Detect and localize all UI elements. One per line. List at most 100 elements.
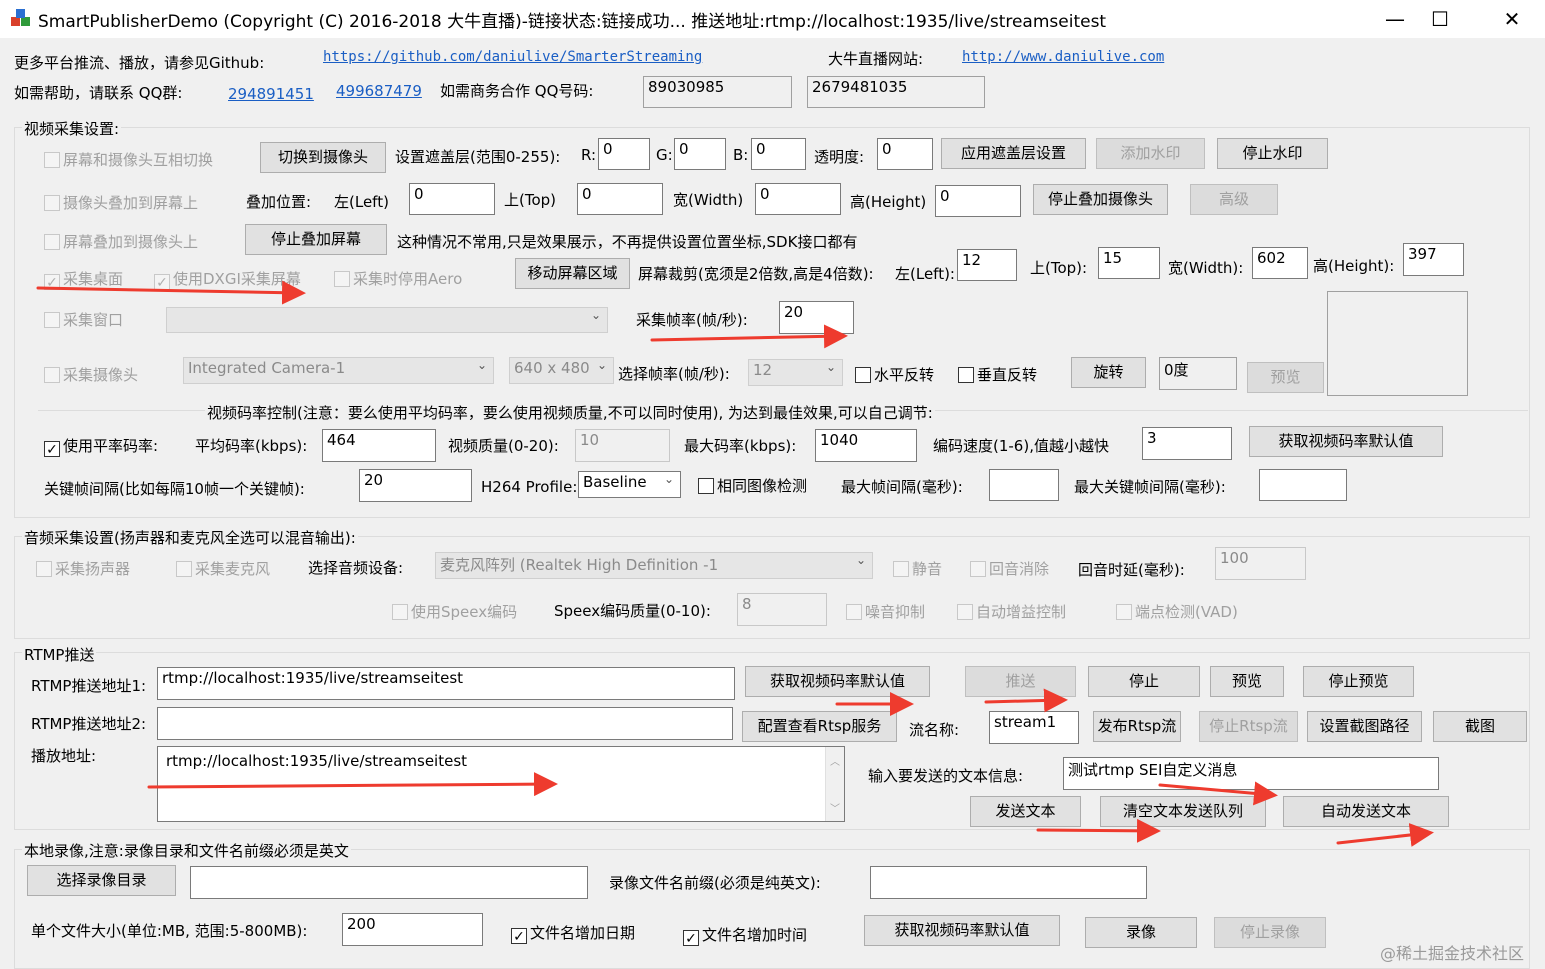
- rtmp-get-default-bitrate-button[interactable]: 获取视频码率默认值: [745, 666, 930, 697]
- r-input[interactable]: 0: [598, 138, 650, 170]
- overlay-left-input[interactable]: 0: [409, 183, 495, 215]
- rtmp-url2-input[interactable]: [157, 707, 733, 740]
- overlay-note-text: 这种情况不常用,只是效果展示，不再提供设置位置坐标,SDK接口都有: [397, 233, 858, 251]
- capture-camera-checkbox[interactable]: 采集摄像头: [44, 364, 138, 385]
- clear-text-queue-button[interactable]: 清空文本发送队列: [1100, 796, 1266, 827]
- apply-overlay-button[interactable]: 应用遮盖层设置: [941, 138, 1086, 169]
- text-message-input[interactable]: 测试rtmp SEI自定义消息: [1063, 757, 1439, 790]
- advanced-button[interactable]: 高级: [1190, 184, 1278, 215]
- max-frame-interval-input[interactable]: [989, 469, 1059, 501]
- stop-rtsp-button[interactable]: 停止Rtsp流: [1199, 711, 1298, 742]
- rtmp-url1-input[interactable]: rtmp://localhost:1935/live/streamseitest: [157, 667, 735, 700]
- stop-preview-button[interactable]: 停止预览: [1303, 666, 1414, 697]
- get-default-bitrate-button[interactable]: 获取视频码率默认值: [1249, 426, 1443, 457]
- quality-input[interactable]: 10: [575, 429, 670, 462]
- stop-watermark-button[interactable]: 停止水印: [1217, 138, 1328, 169]
- send-text-button[interactable]: 发送文本: [970, 796, 1081, 827]
- rtmp-preview-button[interactable]: 预览: [1210, 666, 1284, 697]
- file-size-input[interactable]: 200: [342, 913, 483, 946]
- noise-suppress-checkbox[interactable]: 噪音抑制: [846, 601, 925, 622]
- audio-device-select[interactable]: 麦克风阵列 (Realtek High Definition -1 ⌄: [435, 552, 873, 579]
- record-dir-input[interactable]: [190, 866, 588, 899]
- window-select[interactable]: ⌄: [166, 307, 608, 333]
- select-fps-select[interactable]: 12 ⌄: [748, 359, 843, 386]
- stop-overlay-camera-button[interactable]: 停止叠加摄像头: [1033, 184, 1168, 215]
- close-button[interactable]: ✕: [1482, 0, 1542, 38]
- push-button[interactable]: 推送: [965, 666, 1076, 697]
- camera-preview-button[interactable]: 预览: [1247, 362, 1324, 393]
- arrow-auto-send: [1336, 823, 1434, 847]
- qq-number-1-field[interactable]: 89030985: [643, 76, 792, 108]
- record-prefix-input[interactable]: [870, 866, 1147, 899]
- flip-horizontal-checkbox[interactable]: 水平反转: [855, 364, 934, 385]
- capture-speaker-checkbox[interactable]: 采集扬声器: [36, 558, 130, 579]
- flip-vertical-checkbox[interactable]: 垂直反转: [958, 364, 1037, 385]
- add-watermark-button[interactable]: 添加水印: [1096, 138, 1205, 169]
- stop-overlay-screen-button[interactable]: 停止叠加屏幕: [245, 224, 387, 255]
- rotate-button[interactable]: 旋转: [1071, 357, 1146, 388]
- publish-rtsp-button[interactable]: 发布Rtsp流: [1093, 711, 1181, 742]
- switch-screen-cam-checkbox[interactable]: 屏幕和摄像头互相切换: [44, 149, 213, 170]
- stream-name-input[interactable]: stream1: [989, 711, 1079, 744]
- mute-checkbox[interactable]: 静音: [893, 558, 942, 579]
- add-time-checkbox[interactable]: ✓ 文件名增加时间: [683, 924, 807, 947]
- speex-quality-input[interactable]: 8: [737, 593, 827, 626]
- crop-height-input[interactable]: 397: [1403, 243, 1464, 276]
- stop-record-button[interactable]: 停止录像: [1214, 917, 1326, 948]
- echo-cancel-checkbox[interactable]: 回音消除: [970, 558, 1049, 579]
- site-link[interactable]: http://www.daniulive.com: [962, 49, 1164, 65]
- use-speex-checkbox[interactable]: 使用Speex编码: [392, 601, 517, 622]
- play-url-textarea[interactable]: rtmp://localhost:1935/live/streamseitest…: [157, 746, 845, 822]
- disable-aero-checkbox[interactable]: 采集时停用Aero: [334, 268, 462, 289]
- select-record-dir-button[interactable]: 选择录像目录: [27, 865, 176, 896]
- qq-number-2-field[interactable]: 2679481035: [807, 76, 985, 108]
- use-dxgi-checkbox[interactable]: ✓ 使用DXGI采集屏幕: [154, 268, 301, 291]
- echo-delay-input[interactable]: 100: [1215, 547, 1306, 580]
- qq-group-link-1[interactable]: 294891451: [228, 85, 314, 103]
- scrollbar[interactable]: ︿ ﹀: [825, 747, 844, 821]
- camera-device-select[interactable]: Integrated Camera-1 ⌄: [183, 357, 494, 384]
- crop-width-input[interactable]: 602: [1252, 247, 1308, 279]
- h264-profile-select[interactable]: Baseline ⌄: [578, 471, 681, 498]
- github-link[interactable]: https://github.com/daniulive/SmarterStre…: [323, 49, 702, 65]
- capture-window-checkbox[interactable]: 采集窗口: [44, 309, 123, 330]
- fps-input[interactable]: 20: [779, 301, 854, 334]
- auto-send-text-button[interactable]: 自动发送文本: [1283, 796, 1449, 827]
- screen-on-cam-checkbox[interactable]: 屏幕叠加到摄像头上: [44, 231, 198, 252]
- arrow-send-text: [1036, 818, 1161, 843]
- b-input[interactable]: 0: [751, 138, 806, 170]
- qq-group-link-2[interactable]: 499687479: [336, 82, 422, 100]
- move-screen-region-button[interactable]: 移动屏幕区域: [515, 258, 630, 289]
- crop-left-input[interactable]: 12: [957, 249, 1017, 281]
- avg-bitrate-input[interactable]: 464: [322, 429, 436, 462]
- use-avg-bitrate-checkbox[interactable]: ✓ 使用平率码率:: [44, 435, 158, 458]
- record-get-default-bitrate-button[interactable]: 获取视频码率默认值: [864, 915, 1060, 946]
- snapshot-button[interactable]: 截图: [1433, 711, 1527, 742]
- resolution-select[interactable]: 640 x 480 ⌄: [509, 357, 614, 384]
- add-date-checkbox[interactable]: ✓ 文件名增加日期: [511, 922, 635, 945]
- crop-top-input[interactable]: 15: [1098, 247, 1160, 279]
- record-button[interactable]: 录像: [1085, 917, 1197, 948]
- encode-speed-input[interactable]: 3: [1142, 427, 1232, 460]
- overlay-height-input[interactable]: 0: [935, 185, 1021, 217]
- capture-desktop-checkbox[interactable]: ✓ 采集桌面: [44, 268, 123, 291]
- overlay-width-input[interactable]: 0: [755, 183, 841, 215]
- switch-to-camera-button[interactable]: 切换到摄像头: [260, 142, 386, 173]
- maximize-button[interactable]: ☐: [1410, 0, 1470, 38]
- scroll-up-icon[interactable]: ︿: [830, 753, 840, 768]
- overlay-top-input[interactable]: 0: [577, 183, 663, 215]
- snapshot-path-button[interactable]: 设置截图路径: [1307, 711, 1422, 742]
- max-bitrate-input[interactable]: 1040: [815, 429, 917, 462]
- alpha-input[interactable]: 0: [877, 138, 933, 170]
- g-input[interactable]: 0: [674, 138, 726, 170]
- keyframe-input[interactable]: 20: [359, 469, 472, 502]
- agc-checkbox[interactable]: 自动增益控制: [957, 601, 1066, 622]
- scroll-down-icon[interactable]: ﹀: [830, 800, 840, 815]
- capture-mic-checkbox[interactable]: 采集麦克风: [176, 558, 270, 579]
- max-keyframe-interval-input[interactable]: [1259, 469, 1347, 501]
- vad-checkbox[interactable]: 端点检测(VAD): [1116, 601, 1238, 622]
- stop-push-button[interactable]: 停止: [1088, 666, 1200, 697]
- same-image-detect-checkbox[interactable]: 相同图像检测: [698, 475, 807, 496]
- cam-on-screen-checkbox[interactable]: 摄像头叠加到屏幕上: [44, 192, 198, 213]
- rtsp-config-button[interactable]: 配置查看Rtsp服务: [742, 711, 897, 742]
